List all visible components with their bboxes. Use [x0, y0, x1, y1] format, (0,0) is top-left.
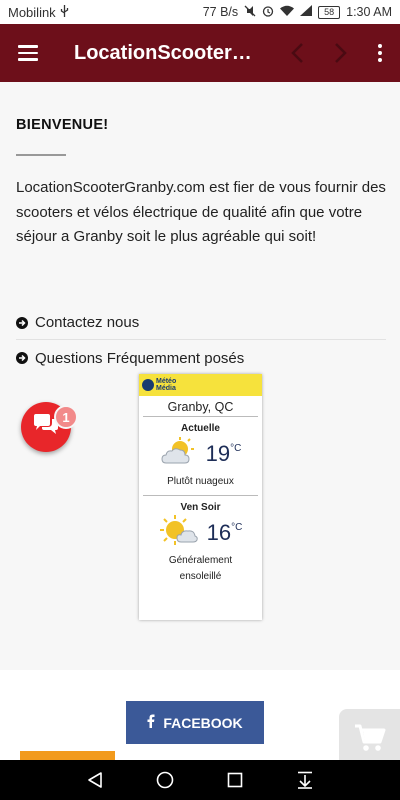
pull-down-icon[interactable]	[290, 765, 320, 795]
chat-badge: 1	[54, 405, 78, 429]
meteomedia-sun-icon	[142, 379, 154, 391]
meteomedia-logo: Météo Média	[142, 378, 176, 392]
app-title: LocationScooterGranby.com	[74, 41, 264, 64]
weather-city: Granby, QC	[143, 396, 258, 417]
evening-condition: Généralement ensoleillé	[168, 555, 233, 582]
partly-cloudy-sun-icon	[160, 436, 198, 472]
main-content: BIENVENUE! LocationScooterGranby.com est…	[0, 82, 400, 670]
app-bar: LocationScooterGranby.com	[0, 24, 400, 82]
carrier-label: Mobilink	[8, 4, 56, 20]
arrow-circle-right-icon	[16, 352, 28, 364]
square-recents-icon[interactable]	[220, 765, 250, 795]
contact-link[interactable]: Contactez nous	[16, 306, 386, 340]
evening-temperature: 16 °C	[206, 520, 243, 545]
page-title: BIENVENUE!	[16, 117, 109, 133]
weather-evening-period: Ven Soir	[180, 502, 221, 513]
status-time: 1:30 AM	[346, 5, 392, 19]
facebook-icon	[147, 714, 155, 731]
contact-link-label: Contactez nous	[35, 314, 140, 331]
android-nav-bar	[0, 760, 400, 800]
faq-link-label: Questions Fréquemment posés	[35, 349, 245, 367]
facebook-label: FACEBOOK	[163, 714, 243, 731]
chevron-right-icon[interactable]	[326, 33, 356, 73]
status-bar: Mobilink 77 B/s 58 1:30 AM	[0, 0, 400, 24]
arrow-circle-right-icon	[16, 316, 28, 329]
faq-link[interactable]: Questions Fréquemment posés	[16, 341, 386, 375]
current-temperature: 19 °C	[205, 441, 242, 466]
current-condition: Plutôt nuageux	[167, 476, 234, 487]
circle-home-icon[interactable]	[150, 765, 180, 795]
more-vertical-icon[interactable]	[360, 24, 400, 82]
network-speed: 77 B/s	[202, 5, 239, 19]
signal-icon	[300, 5, 313, 19]
battery-indicator: 58	[318, 5, 341, 19]
wifi-icon	[280, 5, 295, 19]
weather-header: Météo Média	[139, 374, 262, 396]
sun-cloud-icon	[159, 514, 199, 553]
shopping-cart-icon	[354, 724, 386, 757]
alarm-icon	[262, 5, 274, 20]
triangle-back-icon[interactable]	[80, 765, 110, 795]
weather-current-period: Actuelle	[181, 423, 220, 434]
facebook-button[interactable]: FACEBOOK	[126, 701, 264, 744]
title-underline	[16, 154, 66, 156]
chevron-left-icon[interactable]	[282, 33, 312, 73]
intro-paragraph: LocationScooterGranby.com est fier de vo…	[16, 179, 386, 245]
mute-icon	[244, 5, 256, 20]
usb-icon	[60, 4, 69, 20]
weather-widget[interactable]: Météo Média Granby, QC Actuelle 19 °C Plut…	[139, 374, 262, 620]
hamburger-menu-icon[interactable]	[0, 24, 56, 82]
